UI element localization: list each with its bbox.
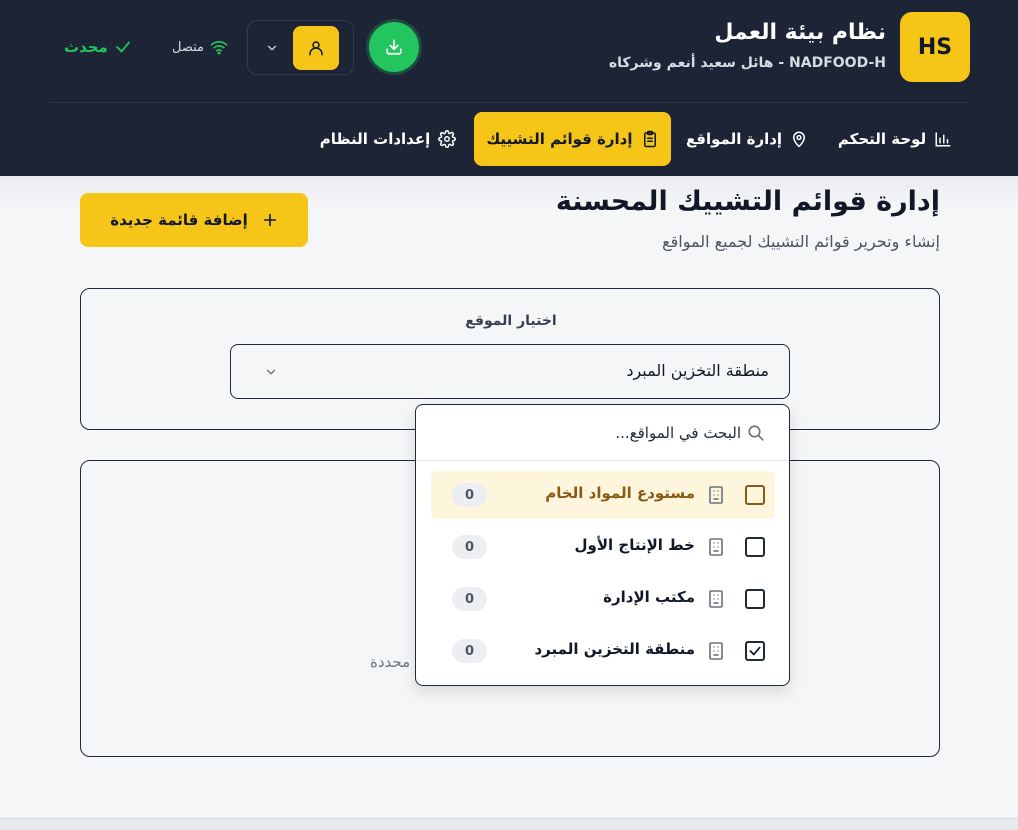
site-option[interactable]: مستودع المواد الخام 0 <box>431 471 775 519</box>
plus-icon <box>263 213 276 227</box>
site-option-count: 0 <box>452 535 487 559</box>
tab-dashboard[interactable]: لوحة التحكم <box>827 112 963 166</box>
app-header: HS نظام بيئة العمل NADFOOD-H - هائل سعيد… <box>0 0 1018 176</box>
main-nav: لوحة التحكم إدارة المواقع إدارة قوائم ال… <box>0 112 1018 166</box>
site-dropdown: مستودع المواد الخام 0 خط الإنتاج الأول 0… <box>415 404 790 686</box>
map-pin-icon <box>793 131 806 148</box>
dropdown-search <box>416 405 789 461</box>
building-icon <box>709 642 723 660</box>
site-option-checkbox[interactable] <box>745 641 765 661</box>
connection-status: متصل <box>172 38 228 56</box>
add-checklist-button[interactable]: إضافة قائمة جديدة <box>80 193 308 247</box>
search-icon <box>748 425 764 441</box>
site-option-checkbox[interactable] <box>745 537 765 557</box>
site-option[interactable]: خط الإنتاج الأول 0 <box>431 523 775 571</box>
logo: HS <box>900 12 970 82</box>
chevron-down-icon <box>266 369 276 375</box>
site-option-label: مكتب الإدارة <box>603 588 695 606</box>
site-option-label: مستودع المواد الخام <box>545 484 695 502</box>
download-button[interactable] <box>369 22 419 72</box>
connection-status-label: متصل <box>172 39 205 55</box>
app-title: نظام بيئة العمل <box>714 20 886 45</box>
tab-dashboard-label: لوحة التحكم <box>837 130 927 148</box>
user-menu[interactable] <box>247 20 354 75</box>
tab-settings[interactable]: إعدادات النظام <box>312 112 464 166</box>
site-option[interactable]: منطقة التخزين المبرد 0 <box>431 627 775 675</box>
chevron-down-icon[interactable] <box>265 41 279 55</box>
site-option-count: 0 <box>452 483 487 507</box>
bar-chart-icon <box>935 132 951 147</box>
app-subtitle: NADFOOD-H - هائل سعيد أنعم وشركاه <box>608 55 886 71</box>
site-option[interactable]: مكتب الإدارة 0 <box>431 575 775 623</box>
tab-sites-label: إدارة المواقع <box>685 130 783 148</box>
site-selector-label: اختيار الموقع <box>465 313 557 329</box>
tab-checklists-label: إدارة قوائم التشييك <box>486 130 633 148</box>
site-option-count: 0 <box>452 587 487 611</box>
building-icon <box>709 590 723 608</box>
site-option-label: منطقة التخزين المبرد <box>534 640 695 658</box>
site-search-input[interactable] <box>441 421 741 445</box>
user-icon <box>309 41 323 56</box>
download-icon <box>386 39 402 55</box>
page-title: إدارة قوائم التشييك المحسنة <box>555 186 940 217</box>
site-option-count: 0 <box>452 639 487 663</box>
check-icon <box>749 646 761 656</box>
user-avatar-button[interactable] <box>293 26 339 70</box>
site-option-label: خط الإنتاج الأول <box>574 536 695 554</box>
wifi-icon <box>210 41 228 55</box>
site-select-value: منطقة التخزين المبرد <box>626 361 769 380</box>
site-select[interactable]: منطقة التخزين المبرد <box>230 344 790 399</box>
building-icon <box>709 486 723 504</box>
sync-status: محدث <box>64 36 132 58</box>
add-checklist-label: إضافة قائمة جديدة <box>110 211 248 229</box>
gear-icon <box>438 130 457 148</box>
header-divider <box>50 102 970 103</box>
tab-settings-label: إعدادات النظام <box>319 130 431 148</box>
tab-sites[interactable]: إدارة المواقع <box>680 112 814 166</box>
building-icon <box>709 538 723 556</box>
sync-status-label: محدث <box>64 38 108 56</box>
site-option-checkbox[interactable] <box>745 485 765 505</box>
tab-checklists[interactable]: إدارة قوائم التشييك <box>474 112 671 166</box>
clipboard-icon <box>643 130 656 148</box>
bottom-edge <box>0 818 1018 830</box>
site-option-checkbox[interactable] <box>745 589 765 609</box>
page-subtitle: إنشاء وتحرير قوائم التشييك لجميع المواقع <box>662 232 940 251</box>
check-icon <box>115 41 130 53</box>
